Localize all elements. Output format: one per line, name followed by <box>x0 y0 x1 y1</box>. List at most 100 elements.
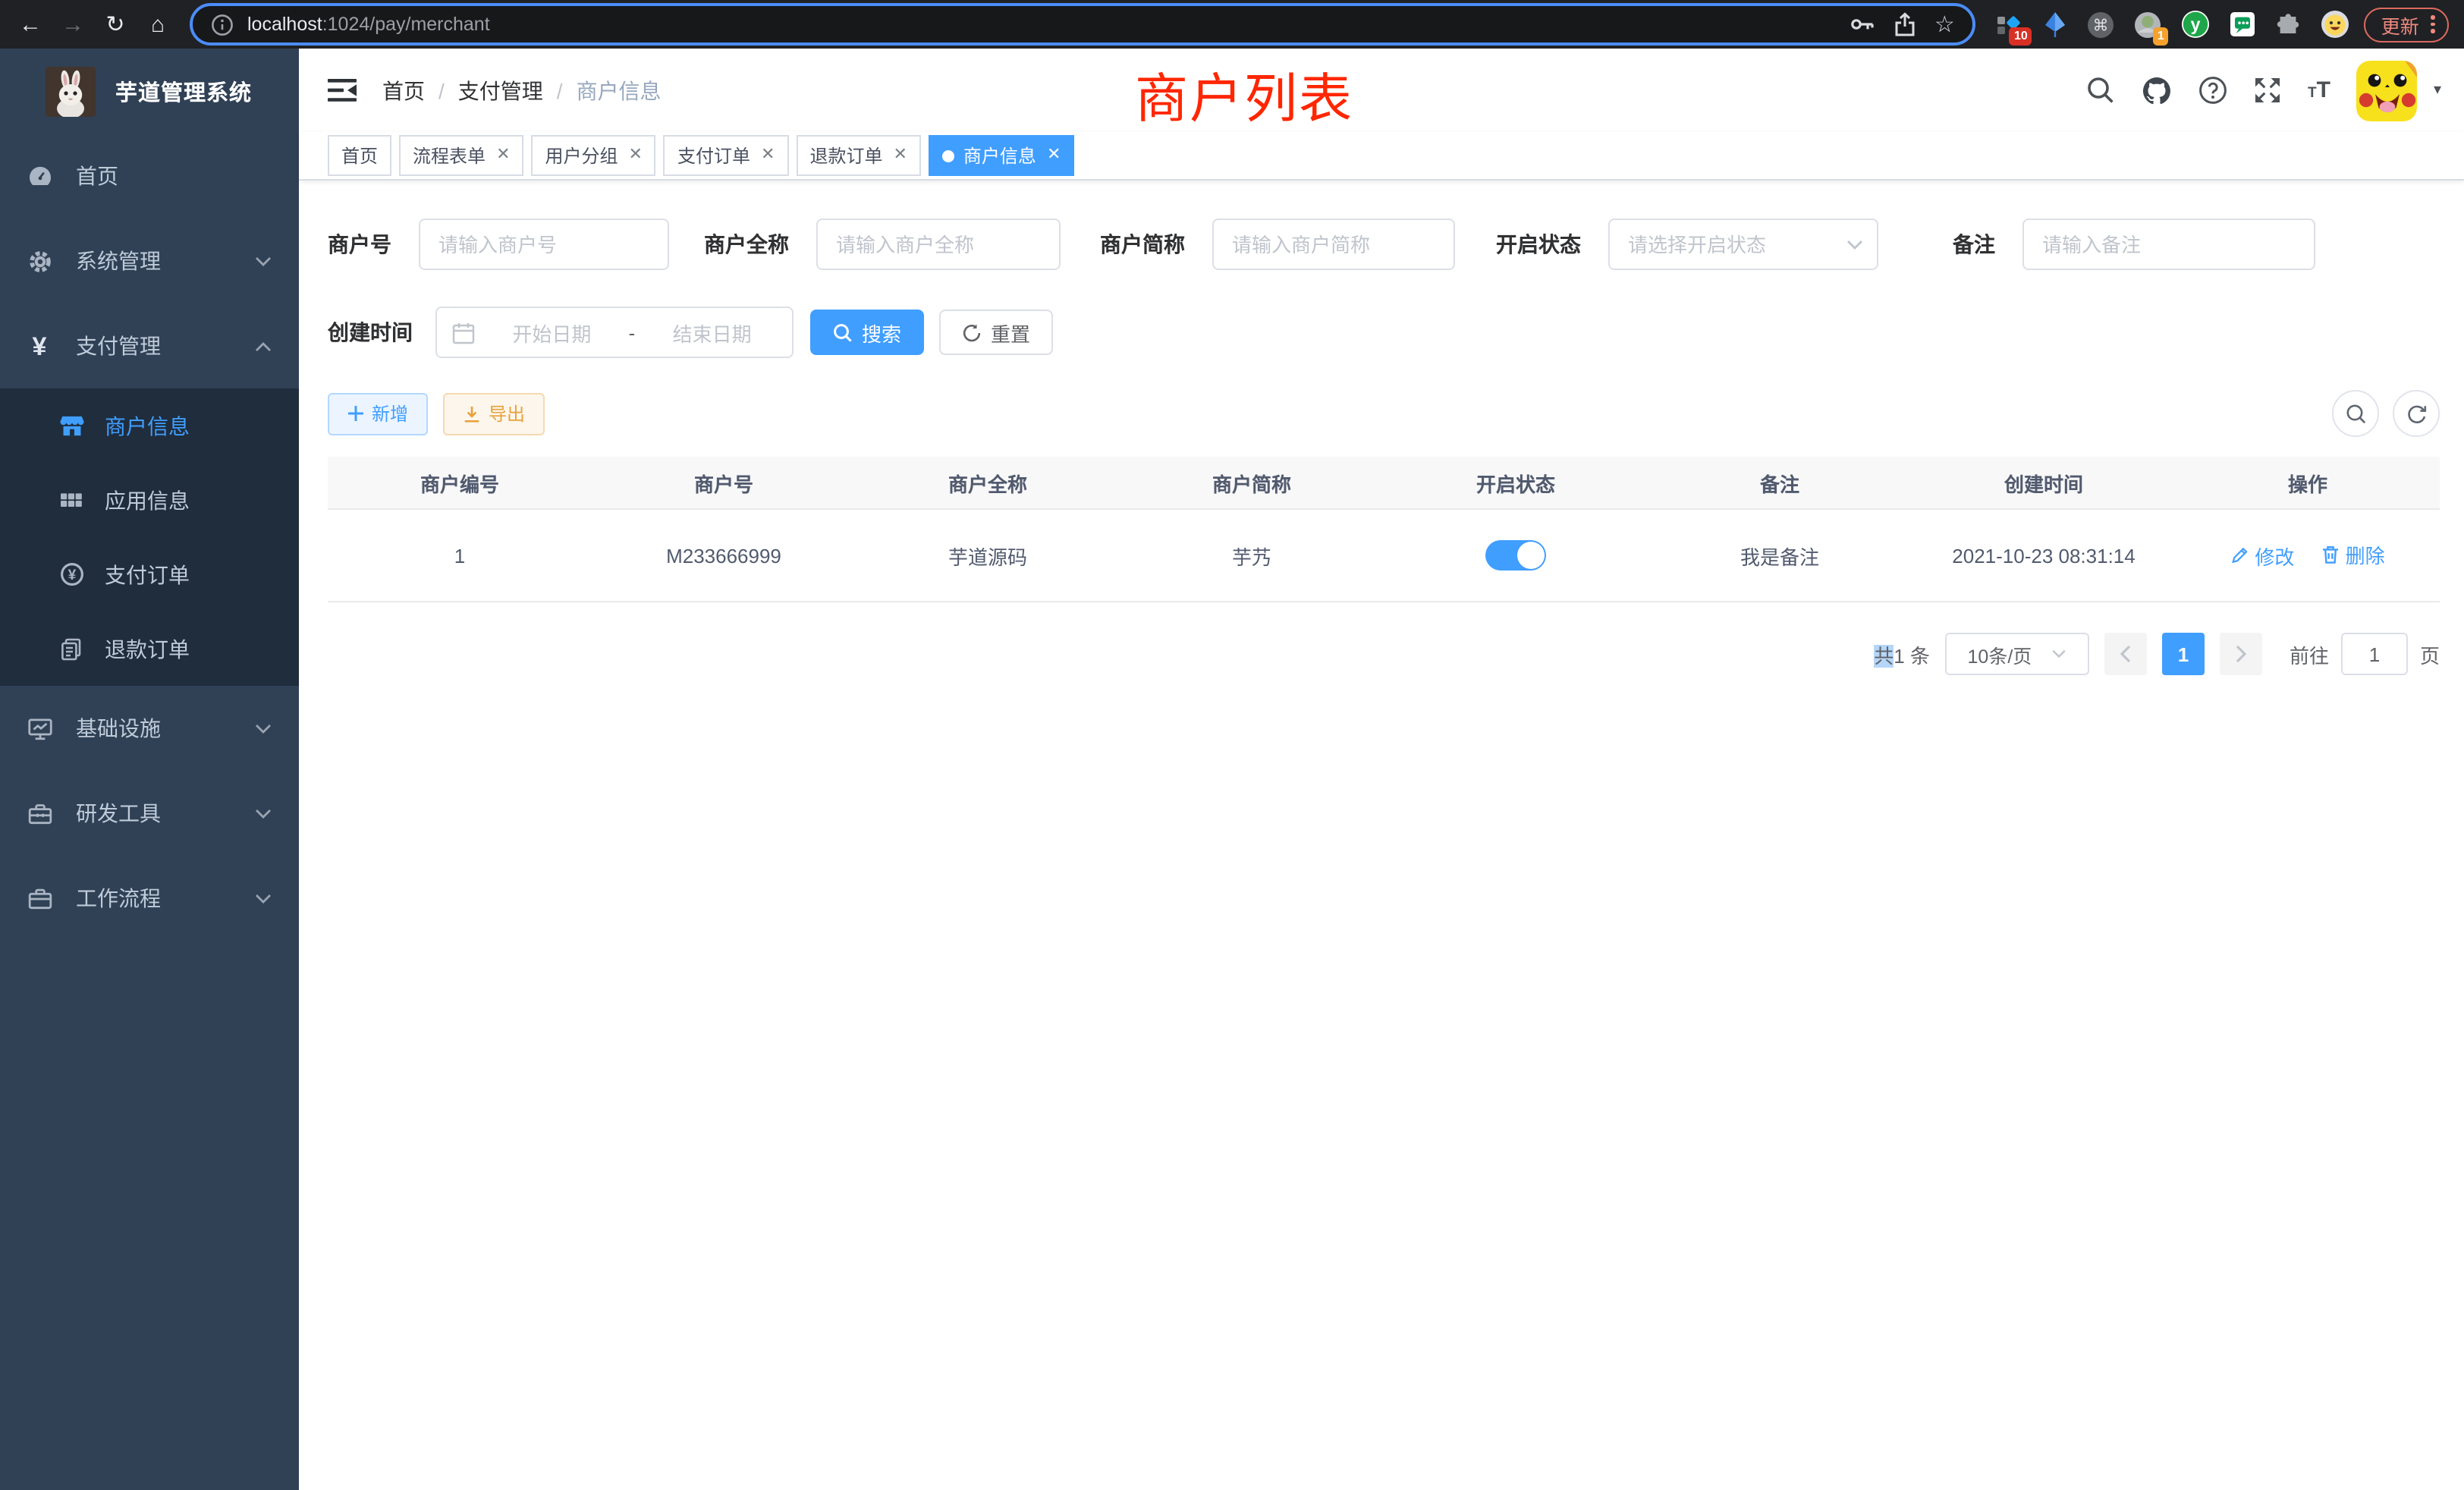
extensions-puzzle-icon[interactable] <box>2277 12 2301 36</box>
short-name-input[interactable] <box>1212 218 1455 270</box>
share-icon[interactable] <box>1894 12 1916 36</box>
font-size-icon[interactable]: TT <box>2308 79 2330 102</box>
collections-extension-icon[interactable]: 10 <box>1997 11 2023 37</box>
url-bar[interactable]: localhost:1024/pay/merchant ☆ <box>190 3 1976 46</box>
close-icon[interactable]: ✕ <box>893 147 907 164</box>
tags-view-bar: 首页 流程表单 ✕ 用户分组 ✕ 支付订单 ✕ 退款订单 ✕ <box>299 132 2464 181</box>
close-icon[interactable]: ✕ <box>761 147 775 164</box>
delete-link[interactable]: 删除 <box>2321 541 2385 570</box>
table-header-row: 商户编号 商户号 商户全称 商户简称 开启状态 备注 创建时间 操作 <box>328 457 2440 509</box>
sidebar-item-pay-order[interactable]: ¥ 支付订单 <box>0 537 299 611</box>
filter-remark: 备注 <box>1953 218 2315 270</box>
page-number-1[interactable]: 1 <box>2162 633 2205 675</box>
header-search-icon[interactable] <box>2086 76 2115 105</box>
status-select[interactable] <box>1608 218 1878 270</box>
tag-refund-order[interactable]: 退款订单 ✕ <box>796 135 920 176</box>
sidebar-item-workflow[interactable]: 工作流程 <box>0 856 299 941</box>
url-text: localhost:1024/pay/merchant <box>247 14 1831 35</box>
sidebar-item-label: 支付管理 <box>76 331 161 361</box>
help-icon[interactable] <box>2198 76 2227 105</box>
filter-short-name: 商户简称 <box>1100 218 1455 270</box>
edit-link[interactable]: 修改 <box>2230 542 2294 571</box>
cell-actions: 修改 删除 <box>2176 509 2440 602</box>
avatar-dropdown-caret-icon[interactable]: ▾ <box>2434 82 2441 99</box>
sidebar-item-label: 工作流程 <box>76 883 161 913</box>
add-button[interactable]: 新增 <box>328 392 428 435</box>
close-icon[interactable]: ✕ <box>1047 147 1061 164</box>
remark-input[interactable] <box>2022 218 2315 270</box>
fullscreen-icon[interactable] <box>2253 76 2282 105</box>
chevron-down-icon <box>255 256 272 266</box>
chevron-up-icon <box>255 341 272 351</box>
close-icon[interactable]: ✕ <box>629 147 643 164</box>
chat-extension-icon[interactable] <box>2231 12 2255 36</box>
profile-extension-icon[interactable]: 1 <box>2136 11 2161 37</box>
page-content: 商户号 商户全称 商户简称 开启状态 <box>299 181 2464 1490</box>
browser-profile-avatar[interactable] <box>2322 11 2349 38</box>
sidebar-item-payment[interactable]: ¥ 支付管理 <box>0 303 299 388</box>
prev-page-button[interactable] <box>2104 633 2147 675</box>
github-icon[interactable] <box>2141 75 2173 105</box>
annotation-merchant-list: 商户列表 <box>1135 56 1353 134</box>
kite-extension-icon[interactable] <box>2044 11 2067 37</box>
svg-text:¥: ¥ <box>68 567 76 583</box>
reset-button[interactable]: 重置 <box>939 310 1053 355</box>
sidebar-item-app-info[interactable]: 应用信息 <box>0 463 299 537</box>
gear-icon <box>26 248 53 274</box>
search-button[interactable]: 搜索 <box>810 310 924 355</box>
refresh-button[interactable] <box>2393 390 2440 437</box>
y-extension-icon[interactable]: y <box>2183 11 2210 38</box>
sidebar-item-home[interactable]: 首页 <box>0 134 299 218</box>
chevron-down-icon <box>255 723 272 734</box>
sidebar-item-system[interactable]: 系统管理 <box>0 218 299 303</box>
command-extension-icon[interactable]: ⌘ <box>2088 11 2114 37</box>
sidebar-item-label: 应用信息 <box>105 485 190 515</box>
browser-home-button[interactable]: ⌂ <box>141 8 174 41</box>
next-page-button[interactable] <box>2220 633 2262 675</box>
filter-full-name: 商户全称 <box>704 218 1061 270</box>
chevron-down-icon <box>1846 239 1863 250</box>
bookmark-star-icon[interactable]: ☆ <box>1934 13 1955 36</box>
app-logo[interactable]: 芋道管理系统 <box>0 49 299 134</box>
cell-merchant-id: 1 <box>328 509 592 602</box>
browser-reload-button[interactable]: ↻ <box>99 8 132 41</box>
export-button[interactable]: 导出 <box>443 392 545 435</box>
browser-menu-icon[interactable] <box>2424 15 2443 33</box>
sidebar-item-merchant-info[interactable]: 商户信息 <box>0 388 299 463</box>
goto-page-input[interactable] <box>2341 633 2408 675</box>
toolbox-icon <box>26 800 53 826</box>
tag-pay-order[interactable]: 支付订单 ✕ <box>664 135 788 176</box>
top-navbar: 首页 / 支付管理 / 商户信息 <box>299 49 2464 132</box>
user-avatar[interactable] <box>2356 60 2417 121</box>
tag-home[interactable]: 首页 <box>328 135 391 176</box>
password-key-icon[interactable] <box>1850 12 1875 36</box>
tag-user-group[interactable]: 用户分组 ✕ <box>532 135 656 176</box>
sidebar-collapse-button[interactable] <box>328 77 358 103</box>
status-toggle[interactable] <box>1485 540 1546 571</box>
breadcrumb-home[interactable]: 首页 <box>382 75 425 105</box>
dashboard-icon <box>26 163 53 189</box>
sidebar-item-infrastructure[interactable]: 基础设施 <box>0 686 299 771</box>
merchant-no-input[interactable] <box>419 218 669 270</box>
document-icon <box>58 637 85 661</box>
date-range-picker[interactable]: 开始日期 - 结束日期 <box>435 306 794 358</box>
browser-toolbar: ← → ↻ ⌂ localhost:1024/pay/merchant ☆ <box>0 0 2464 49</box>
grid-icon <box>58 488 85 512</box>
active-dot <box>942 149 954 162</box>
tag-process-form[interactable]: 流程表单 ✕ <box>399 135 523 176</box>
browser-back-button[interactable]: ← <box>14 8 47 41</box>
goto-suffix: 页 <box>2420 640 2440 668</box>
close-icon[interactable]: ✕ <box>496 147 510 164</box>
full-name-input[interactable] <box>816 218 1061 270</box>
site-info-icon[interactable] <box>211 13 234 36</box>
browser-forward-button[interactable]: → <box>56 8 90 41</box>
sidebar-item-dev-tools[interactable]: 研发工具 <box>0 771 299 856</box>
breadcrumb-payment[interactable]: 支付管理 <box>458 75 543 105</box>
svg-text:⌘: ⌘ <box>2093 16 2109 33</box>
page-size-select[interactable]: 10条/页 <box>1945 633 2089 675</box>
browser-update-button[interactable]: 更新 <box>2365 7 2449 42</box>
extension-badge: 10 <box>2010 27 2032 45</box>
sidebar-item-refund-order[interactable]: 退款订单 <box>0 611 299 686</box>
tag-merchant-info[interactable]: 商户信息 ✕ <box>929 135 1074 176</box>
show-search-toggle-button[interactable] <box>2332 390 2379 437</box>
